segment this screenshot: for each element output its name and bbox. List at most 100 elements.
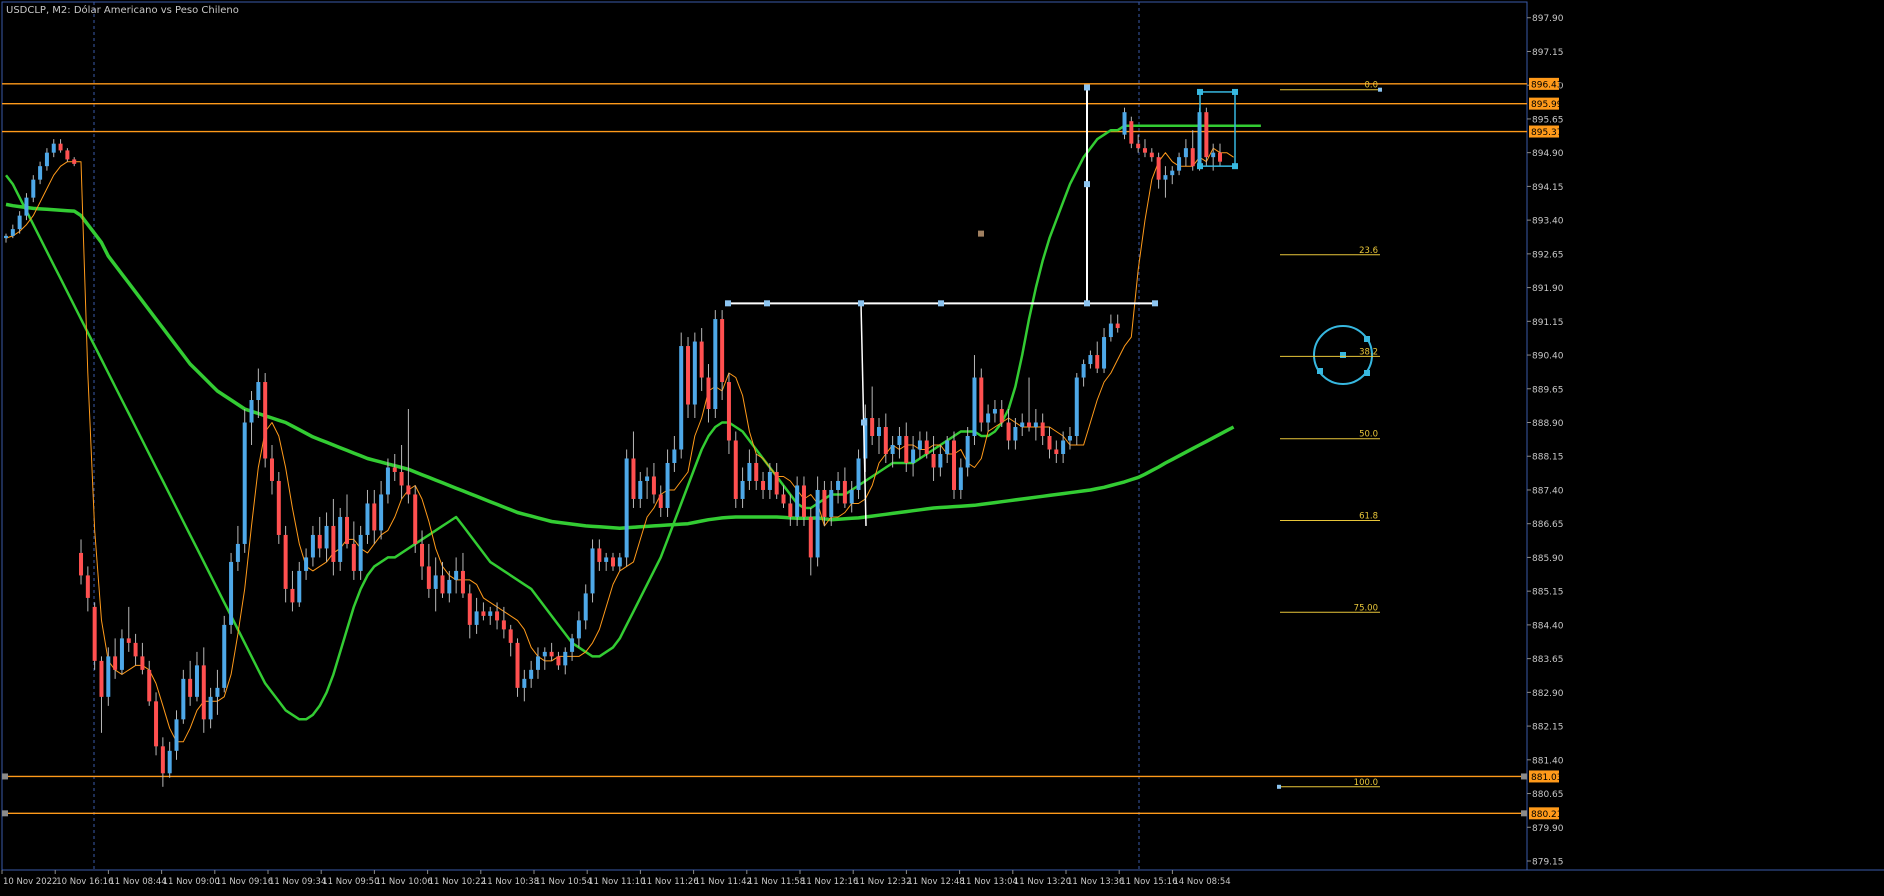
drawing-handle[interactable] (1084, 181, 1090, 188)
fib-level[interactable]: 0.0 (1280, 81, 1380, 91)
price-chart[interactable]: 0.0 23.6 38.2 50.0 61.8 75.00 100.0 897.90 897.… (0, 0, 1884, 892)
candle-body (842, 480, 847, 504)
candle-body (44, 152, 49, 167)
drawing-handle[interactable] (858, 300, 864, 307)
level-handle[interactable] (1521, 773, 1527, 780)
drawing-handle[interactable] (1232, 163, 1238, 170)
candle (44, 148, 49, 171)
candle-body (79, 552, 84, 576)
x-axis-tick-label: 10 Nov 16:16 (56, 877, 113, 887)
candle-body (372, 503, 377, 531)
price-tag[interactable]: 895.37 (1529, 125, 1563, 139)
candle-body (856, 458, 861, 490)
candle-body (563, 651, 568, 666)
candle-body (986, 413, 991, 423)
price-tag[interactable]: 880.21 (1529, 807, 1563, 820)
fib-level[interactable]: 50.0 (1280, 430, 1380, 440)
candle (426, 543, 431, 598)
candle (624, 449, 629, 567)
candle-body (808, 516, 813, 558)
drawing-handle[interactable] (1084, 300, 1090, 307)
object-marker[interactable] (978, 230, 984, 237)
y-axis-tick-label: 879.15 (1532, 858, 1564, 868)
level-handle[interactable] (1521, 810, 1527, 817)
level-handle[interactable] (2, 773, 8, 780)
drawing-handle[interactable] (1364, 370, 1370, 376)
x-axis-tick-label: 11 Nov 11:58 (748, 877, 805, 887)
candle-body (801, 485, 806, 517)
drawing-handle[interactable] (1197, 163, 1203, 170)
x-axis-tick-label: 11 Nov 09:16 (216, 877, 273, 887)
candle-body (1061, 440, 1066, 454)
price-tag[interactable]: 881.03 (1529, 770, 1563, 783)
candle-body (911, 449, 916, 463)
drawing-handle[interactable] (1378, 87, 1382, 92)
candle (651, 462, 656, 504)
candle-body (92, 606, 97, 661)
candle-body (65, 150, 70, 160)
candle-body (624, 458, 629, 558)
drawing-handle[interactable] (725, 300, 731, 307)
candle-body (420, 543, 425, 567)
drawing-handle[interactable] (1317, 368, 1323, 374)
y-axis-tick-label: 885.15 (1532, 588, 1564, 598)
candle (529, 660, 534, 688)
y-axis-tick-label: 895.65 (1532, 115, 1564, 125)
candle-body (133, 642, 138, 657)
candle-body (1033, 422, 1038, 428)
fib-level[interactable]: 38.2 (1280, 347, 1380, 357)
candle (208, 687, 213, 729)
drawing-handle[interactable] (764, 300, 770, 307)
price-tag[interactable]: 896.43 (1529, 77, 1563, 91)
candle-body (638, 480, 643, 499)
drawing-handle[interactable] (938, 300, 944, 307)
candle-body (1136, 143, 1141, 149)
candle (488, 606, 493, 625)
x-axis-tick-label: 11 Nov 09:50 (322, 877, 379, 887)
candle-body (317, 534, 322, 549)
x-axis-tick-label: 11 Nov 09:34 (269, 877, 326, 887)
candle (556, 651, 561, 670)
level-handle[interactable] (2, 810, 8, 817)
candle-body (1190, 148, 1195, 167)
chart-title: USDCLP, M2: Dólar Americano vs Peso Chil… (6, 4, 239, 16)
drawing-handle[interactable] (1232, 88, 1238, 95)
fib-level[interactable]: 75.00 (1280, 603, 1380, 613)
candle (1142, 139, 1147, 158)
candle (617, 552, 622, 571)
fib-level-label: 61.8 (1359, 512, 1378, 522)
fib-level[interactable]: 61.8 (1280, 512, 1380, 522)
candle-body (167, 750, 172, 774)
candle-body (1156, 157, 1161, 180)
candle-body (351, 543, 356, 571)
candle (911, 436, 916, 477)
drawing-handle[interactable] (1340, 352, 1346, 358)
price-tag-label: 895.37 (1531, 128, 1563, 138)
price-tag-label: 896.43 (1531, 80, 1563, 90)
candle (406, 409, 411, 504)
drawing-handle[interactable] (1152, 300, 1158, 307)
candle (283, 525, 288, 603)
candle (99, 656, 104, 733)
price-tag[interactable]: 895.99 (1529, 97, 1563, 111)
fib-level[interactable]: 23.6 (1280, 246, 1380, 256)
candle (1013, 418, 1018, 450)
chart-window[interactable]: 0.0 23.6 38.2 50.0 61.8 75.00 100.0 897.90 897.… (0, 0, 1884, 892)
candle-body (297, 570, 302, 603)
candle (754, 453, 759, 490)
drawing-handle[interactable] (1197, 88, 1203, 95)
candle (1061, 431, 1066, 463)
candle (1190, 130, 1195, 171)
x-axis-tick-label: 11 Nov 09:00 (163, 877, 220, 887)
candle-body (304, 557, 309, 571)
candle (392, 453, 397, 481)
candle (965, 427, 970, 477)
drawing-handle[interactable] (1084, 84, 1090, 91)
candle-body (38, 166, 43, 180)
drawing-handle[interactable] (1277, 784, 1281, 789)
candle-body (549, 651, 554, 657)
drawing-handle[interactable] (1364, 336, 1370, 342)
drawing-handle[interactable] (861, 419, 867, 426)
fib-level[interactable]: 100.0 (1280, 778, 1380, 788)
candle (235, 525, 240, 571)
